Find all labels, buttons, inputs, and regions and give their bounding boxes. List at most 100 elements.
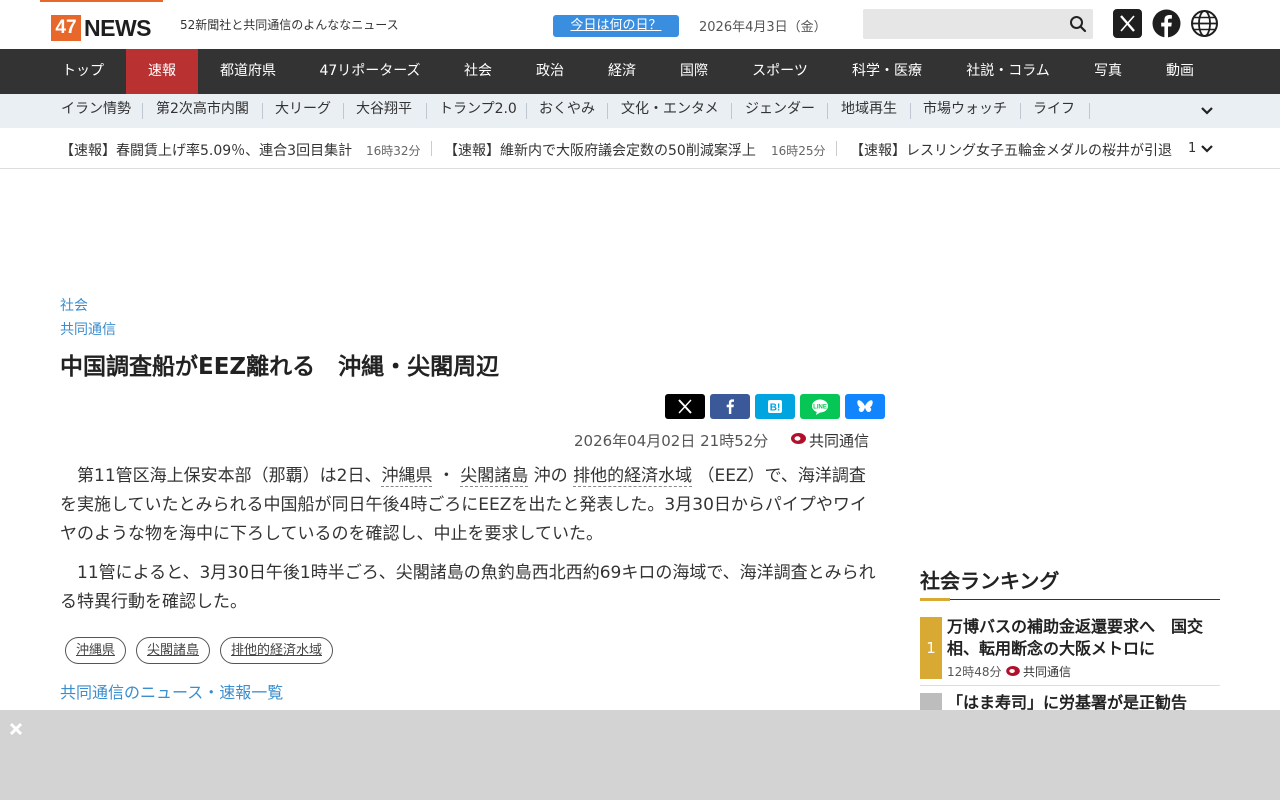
divider [1089,103,1090,119]
ticker-item[interactable]: 【速報】レスリング女子五輪金メダルの桜井が引退 [850,140,1172,160]
site-header: 47 NEWS 52新聞社と共同通信のよんななニュース 今日は何の日？ 2026… [0,0,1280,49]
article-source: 共同通信 [809,432,870,450]
paragraph-text: 第11管区海上保安本部（那覇）は2日、 [60,466,382,486]
divider [836,141,837,156]
topic-culture[interactable]: 文化・エンタメ [621,94,719,128]
nav-item-world[interactable]: 国際 [658,49,730,94]
search-icon[interactable] [1069,15,1087,33]
nav-item-photos[interactable]: 写真 [1072,49,1144,94]
topic-mlb[interactable]: 大リーグ [275,94,331,128]
hatena-bookmark-icon: B! [768,400,782,414]
article-paragraph: 11管によると、3月30日午後1時半ごろ、尖閣諸島の魚釣島西北西約69キロの海域… [60,563,876,612]
nav-item-breaking[interactable]: 速報 [126,49,198,94]
logo-word: NEWS [84,15,152,41]
x-icon [678,399,692,414]
article-category-link[interactable]: 社会 [60,295,88,315]
share-line-button[interactable]: LINE [800,394,840,419]
tag-eez[interactable]: 排他的経済水域 [220,637,333,664]
current-date: 2026年4月3日（金） [699,20,827,35]
globe-icon[interactable] [1190,9,1219,38]
topic-trump[interactable]: トランプ2.0 [439,94,517,128]
share-bluesky-button[interactable] [845,394,885,419]
tag-senkaku[interactable]: 尖閣諸島 [136,637,210,664]
tag-okinawa[interactable]: 沖縄県 [65,637,126,664]
divider [920,685,1220,686]
nav-item-politics[interactable]: 政治 [514,49,586,94]
topic-life[interactable]: ライフ [1033,94,1075,128]
kyodo-icon [791,433,806,444]
nav-item-videos[interactable]: 動画 [1144,49,1216,94]
breaking-ticker: 【速報】春闘賃上げ率5.09％、連合3回目集計 16時32分 【速報】維新内で大… [0,128,1280,169]
divider [526,103,527,119]
site-logo[interactable]: 47 NEWS [40,0,163,41]
divider [262,103,263,119]
article-date: 2026年04月02日 21時52分 [574,432,769,450]
divider [827,103,828,119]
ranking-item-time: 12時48分 [947,665,1002,679]
nav-item-science[interactable]: 科学・医療 [830,49,944,94]
bottom-ad-overlay [0,710,1280,800]
nav-item-47reporters[interactable]: 47リポーターズ [298,49,442,94]
search-input[interactable] [863,9,1093,39]
article-source-link[interactable]: 共同通信 [60,319,116,339]
nav-item-sports[interactable]: スポーツ [730,49,830,94]
ticker-item[interactable]: 【速報】維新内で大阪府議会定数の50削減案浮上 [444,140,756,160]
nav-item-economy[interactable]: 経済 [586,49,658,94]
divider [142,103,143,119]
topic-regional[interactable]: 地域再生 [841,94,897,128]
bluesky-icon [857,400,873,413]
paragraph-text: 沖の [528,466,574,486]
share-hatena-button[interactable]: B! [755,394,795,419]
divider [1020,103,1021,119]
ticker-item[interactable]: 【速報】春闘賃上げ率5.09％、連合3回目集計 [60,140,352,160]
keyword-link-senkaku[interactable]: 尖閣諸島 [460,466,529,487]
ranking-accent-bar [920,598,950,601]
ticker-time: 16時32分 [366,144,421,158]
svg-text:B!: B! [770,403,781,414]
divider [343,103,344,119]
divider [431,141,432,156]
main-nav: トップ 速報 都道府県 47リポーターズ 社会 政治 経済 国際 スポーツ 科学… [0,49,1280,94]
kyodo-news-list-link[interactable]: 共同通信のニュース・速報一覧 [60,679,283,703]
ranking-item-source: 共同通信 [1023,665,1072,679]
ranking-title: 社会ランキング [920,569,1060,593]
keyword-link-eez[interactable]: 排他的経済水域 [573,466,693,487]
ranking-number: 1 [920,617,942,679]
topic-ohtani[interactable]: 大谷翔平 [356,94,412,128]
close-icon[interactable] [8,721,24,737]
nav-item-editorials[interactable]: 社説・コラム [944,49,1072,94]
logo-number: 47 [51,15,81,41]
topic-takaichi-cabinet[interactable]: 第2次高市内閣 [156,94,249,128]
paragraph-text: ・ [432,466,461,486]
facebook-icon[interactable] [1152,9,1181,38]
divider [426,103,427,119]
chevron-down-icon[interactable] [1199,141,1215,157]
today-in-history-button[interactable]: 今日は何の日？ [553,15,679,37]
nav-item-top[interactable]: トップ [40,49,126,94]
article-title: 中国調査船がEEZ離れる 沖縄・尖閣周辺 [60,354,500,380]
topic-markets[interactable]: 市場ウォッチ [923,94,1007,128]
ranking-item-title[interactable]: 万博バスの補助金返還要求へ 国交相、転用断念の大阪メトロに [947,616,1217,660]
line-icon: LINE [812,399,828,415]
facebook-icon [726,399,734,414]
divider [731,103,732,119]
article-paragraph: 第11管区海上保安本部（那覇）は2日、沖縄県 ・ 尖閣諸島 沖の 排他的経済水域… [60,462,882,549]
topic-gender[interactable]: ジェンダー [745,94,815,128]
topic-obituaries[interactable]: おくやみ [539,94,595,128]
topic-iran[interactable]: イラン情勢 [61,94,131,128]
share-facebook-button[interactable] [710,394,750,419]
divider [920,599,1220,600]
keyword-link-okinawa[interactable]: 沖縄県 [381,466,433,487]
divider [910,103,911,119]
nav-item-prefectures[interactable]: 都道府県 [198,49,298,94]
site-tagline: 52新聞社と共同通信のよんななニュース [180,18,399,32]
topic-nav: イラン情勢 第2次高市内閣 大リーグ 大谷翔平 トランプ2.0 おくやみ 文化・… [0,94,1280,128]
kyodo-icon [1006,666,1020,676]
share-x-button[interactable] [665,394,705,419]
nav-item-society[interactable]: 社会 [442,49,514,94]
x-icon[interactable] [1113,9,1142,38]
svg-text:LINE: LINE [813,405,827,411]
ticker-time: 16時25分 [771,144,826,158]
ticker-page-number: 1 [1188,141,1197,156]
chevron-down-icon[interactable] [1199,103,1215,119]
